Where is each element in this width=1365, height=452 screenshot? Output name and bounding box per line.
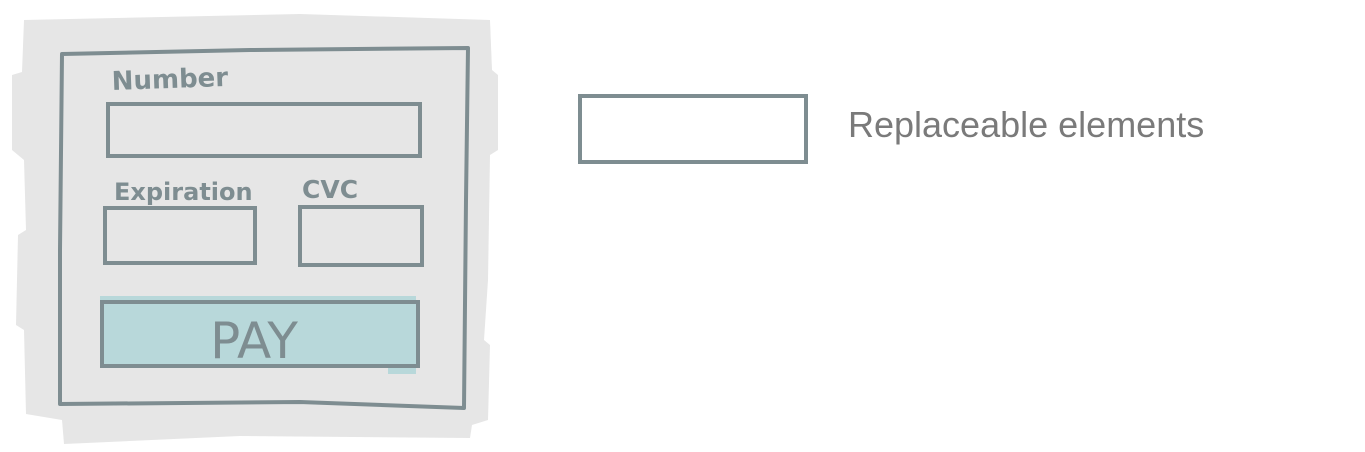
cvc-input[interactable] [298, 205, 424, 267]
pay-label: PAY [210, 312, 298, 370]
legend-label: Replaceable elements [848, 104, 1204, 145]
cvc-label: CVC [302, 175, 358, 204]
legend-swatch [578, 94, 808, 164]
number-input[interactable] [106, 102, 422, 158]
number-label: Number [111, 63, 229, 97]
expiration-label: Expiration [114, 178, 253, 206]
expiration-input[interactable] [103, 206, 257, 265]
sketch-diagram: Number Expiration CVC PAY Replaceable el… [12, 14, 1204, 444]
